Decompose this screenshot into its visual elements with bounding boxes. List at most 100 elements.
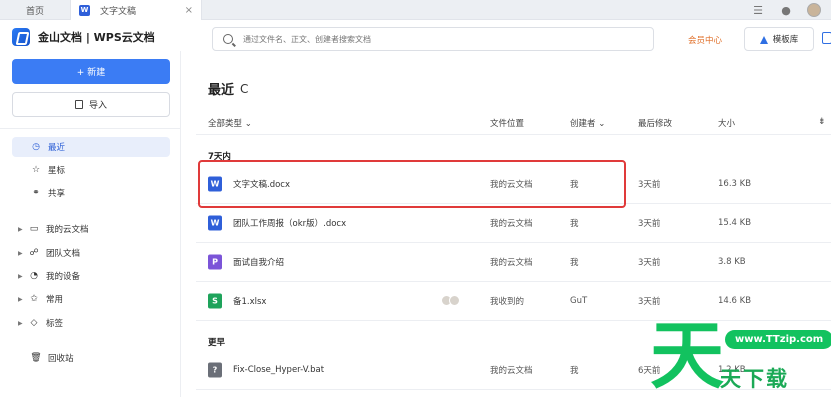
team-icon: ☍ bbox=[29, 248, 39, 258]
search-box[interactable] bbox=[212, 27, 654, 51]
table-row[interactable]: P 面试自我介绍 我的云文档 我 3天前 3.8 KB bbox=[196, 243, 831, 282]
avatar[interactable] bbox=[807, 3, 821, 17]
avatar bbox=[449, 295, 460, 306]
tab-bar: 首页 W 文字文稿 × ☰ ● bbox=[0, 0, 831, 20]
file-modified: 3天前 bbox=[638, 258, 661, 268]
template-icon bbox=[759, 35, 769, 44]
sidebar-item-starred[interactable]: ☆ 星标 bbox=[12, 160, 170, 180]
file-location: 我的云文档 bbox=[490, 219, 533, 229]
file-name[interactable]: 面试自我介绍 bbox=[233, 256, 284, 268]
sidebar-item-trash[interactable]: 🗑 回收站 bbox=[12, 348, 170, 368]
search-input[interactable] bbox=[243, 34, 623, 44]
column-modified: 最后修改 bbox=[638, 119, 673, 129]
header-divider bbox=[196, 134, 831, 135]
window-controls: ☰ ● bbox=[751, 0, 831, 20]
file-name[interactable]: 备1.xlsx bbox=[233, 295, 266, 307]
column-type-filter[interactable]: 全部类型 ⌄ bbox=[208, 117, 252, 129]
menu-icon[interactable]: ☰ bbox=[751, 4, 765, 17]
new-button[interactable]: + 新建 bbox=[12, 59, 170, 84]
expand-icon[interactable]: ▶ bbox=[18, 226, 28, 233]
wps-logo-icon bbox=[12, 28, 30, 46]
file-creator: 我 bbox=[570, 366, 579, 376]
watermark-glyph: 天 bbox=[650, 313, 724, 397]
sidebar-item-recent[interactable]: ◷ 最近 bbox=[12, 137, 170, 157]
file-location: 我收到的 bbox=[490, 297, 525, 307]
watermark-logo: 天 www.TTzip.com 天下载 bbox=[650, 318, 831, 397]
layout-icon[interactable] bbox=[822, 32, 831, 44]
expand-icon[interactable]: ▶ bbox=[18, 296, 28, 303]
file-name[interactable]: 团队工作周报（okr版）.docx bbox=[233, 217, 346, 229]
file-name[interactable]: Fix-Close_Hyper-V.bat bbox=[233, 365, 324, 375]
presentation-file-icon: P bbox=[208, 254, 222, 270]
chat-icon[interactable]: ● bbox=[779, 4, 793, 17]
search-icon bbox=[223, 34, 233, 44]
column-type-label: 全部类型 bbox=[208, 119, 243, 129]
sidebar-item-label: 星标 bbox=[48, 166, 66, 176]
word-file-icon: W bbox=[208, 215, 222, 231]
watermark-url: www.TTzip.com bbox=[725, 330, 831, 349]
sidebar-item-label: 回收站 bbox=[48, 354, 74, 364]
page-title: 最近 C bbox=[208, 79, 248, 99]
file-size: 3.8 KB bbox=[718, 257, 746, 267]
template-label: 模板库 bbox=[772, 35, 799, 45]
tab-document-label: 文字文稿 bbox=[100, 6, 137, 17]
import-label: 导入 bbox=[88, 101, 107, 111]
watermark-text: 天下载 bbox=[720, 367, 789, 391]
sidebar-item-label: 标签 bbox=[46, 319, 64, 329]
highlight-box bbox=[198, 160, 626, 208]
clock-icon: ◷ bbox=[32, 142, 40, 152]
tab-home[interactable]: 首页 bbox=[0, 0, 70, 20]
table-row[interactable]: S 备1.xlsx 我收到的 GuT 3天前 14.6 KB bbox=[196, 282, 831, 321]
file-modified: 3天前 bbox=[638, 219, 661, 229]
sidebar-item-label: 共享 bbox=[48, 189, 66, 199]
sidebar-item-tags[interactable]: ▶ ◇ 标签 bbox=[12, 313, 170, 333]
brand-name: 金山文档 | WPS云文档 bbox=[38, 31, 155, 44]
shared-avatars bbox=[441, 295, 463, 307]
column-size: 大小 bbox=[718, 119, 736, 129]
expand-icon[interactable]: ▶ bbox=[18, 273, 28, 280]
group-label-earlier: 更早 bbox=[208, 338, 226, 348]
sidebar-item-label: 我的设备 bbox=[46, 272, 81, 282]
tab-document[interactable]: W 文字文稿 × bbox=[70, 0, 202, 20]
unknown-file-icon: ? bbox=[208, 362, 222, 378]
file-creator: 我 bbox=[570, 258, 579, 268]
template-library-button[interactable]: 模板库 bbox=[744, 27, 814, 51]
star-icon: ☆ bbox=[31, 165, 41, 175]
sidebar-item-team-docs[interactable]: ▶ ☍ 团队文档 bbox=[12, 243, 170, 263]
sidebar-border bbox=[180, 51, 181, 397]
device-icon: ◔ bbox=[30, 271, 38, 281]
member-center-link[interactable]: 会员中心 bbox=[688, 34, 722, 46]
file-modified: 3天前 bbox=[638, 180, 661, 190]
file-modified: 3天前 bbox=[638, 297, 661, 307]
file-size: 14.6 KB bbox=[718, 296, 752, 306]
sidebar-item-shared[interactable]: ⚭ 共享 bbox=[12, 183, 170, 203]
refresh-icon[interactable]: C bbox=[240, 82, 248, 96]
close-tab-icon[interactable]: × bbox=[185, 5, 193, 16]
sidebar-item-frequent[interactable]: ▶ ✩ 常用 bbox=[12, 289, 170, 309]
pin-icon: ✩ bbox=[30, 294, 38, 304]
column-creator[interactable]: 创建者 ⌄ bbox=[570, 117, 605, 129]
sidebar-item-my-cloud-docs[interactable]: ▶ ▭ 我的云文档 bbox=[12, 219, 170, 239]
sort-filter-icon[interactable]: ⇟ bbox=[818, 117, 826, 127]
share-icon: ⚭ bbox=[32, 188, 40, 198]
table-row[interactable]: W 团队工作周报（okr版）.docx 我的云文档 我 3天前 15.4 KB bbox=[196, 204, 831, 243]
import-button[interactable]: 导入 bbox=[12, 92, 170, 117]
expand-icon[interactable]: ▶ bbox=[18, 250, 28, 257]
sidebar-divider bbox=[0, 128, 180, 129]
sidebar-item-my-devices[interactable]: ▶ ◔ 我的设备 bbox=[12, 266, 170, 286]
tag-icon: ◇ bbox=[30, 318, 38, 328]
file-location: 我的云文档 bbox=[490, 258, 533, 268]
column-location: 文件位置 bbox=[490, 119, 525, 129]
page-title-text: 最近 bbox=[208, 83, 235, 98]
trash-icon: 🗑 bbox=[30, 353, 42, 363]
writer-icon: W bbox=[79, 4, 90, 16]
file-size: 15.4 KB bbox=[718, 218, 752, 228]
folder-icon: ▭ bbox=[29, 224, 39, 234]
file-size: 16.3 KB bbox=[718, 179, 752, 189]
sidebar-item-label: 团队文档 bbox=[46, 249, 81, 259]
app-brand[interactable]: 金山文档 | WPS云文档 bbox=[12, 28, 155, 46]
expand-icon[interactable]: ▶ bbox=[18, 320, 28, 327]
sidebar-item-label: 最近 bbox=[48, 143, 66, 153]
sidebar-item-label: 我的云文档 bbox=[46, 225, 89, 235]
file-location: 我的云文档 bbox=[490, 366, 533, 376]
